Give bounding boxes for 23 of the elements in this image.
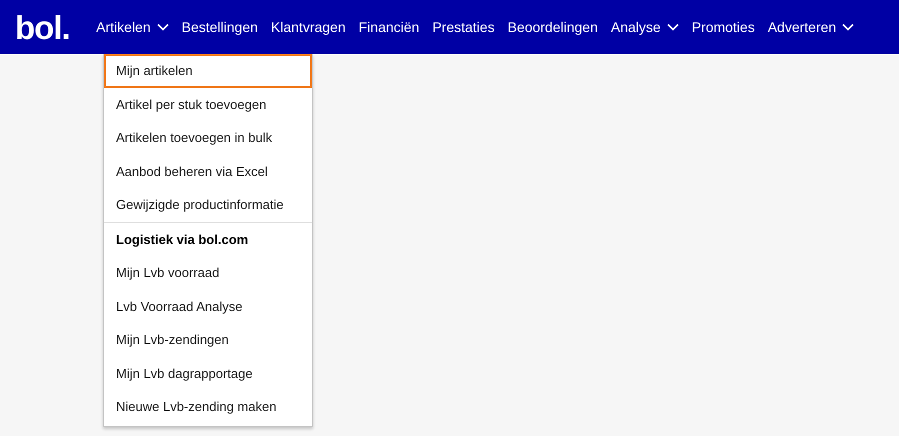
menu-item[interactable]: Artikelen toevoegen in bulk (104, 121, 312, 154)
nav-link[interactable]: Beoordelingen (501, 15, 604, 39)
nav-link[interactable]: Artikelen (90, 15, 176, 39)
nav-link[interactable]: Analyse (604, 15, 686, 39)
chevron-down-icon (842, 23, 854, 31)
menu-item[interactable]: Mijn Lvb voorraad (104, 256, 312, 290)
menu-item[interactable]: Aanbod beheren via Excel (104, 154, 312, 188)
menu-item[interactable]: Lvb Voorraad Analyse (104, 290, 312, 323)
menu-item[interactable]: Mijn artikelen (104, 54, 312, 88)
menu-item[interactable]: Nieuwe Lvb-zending maken (104, 390, 312, 424)
chevron-down-icon (156, 23, 169, 31)
menu-item[interactable]: Mijn Lvb-zendingen (104, 323, 312, 356)
menu-item[interactable]: Mijn Lvb dagrapportage (104, 356, 312, 390)
nav-link[interactable]: Financiën (352, 15, 426, 39)
nav-link[interactable]: Klantvragen (264, 15, 352, 39)
nav-link[interactable]: Promoties (685, 15, 762, 39)
chevron-down-icon (666, 23, 679, 31)
logo[interactable]: bol. (15, 10, 70, 44)
nav-link[interactable]: Bestellingen (175, 15, 264, 39)
nav-link[interactable]: Adverteren (761, 15, 861, 39)
menu-item[interactable]: Artikel per stuk toevoegen (104, 88, 312, 121)
nav-link[interactable]: Prestaties (426, 15, 502, 39)
menu-item[interactable]: Gewijzigde productinformatie (104, 188, 312, 222)
